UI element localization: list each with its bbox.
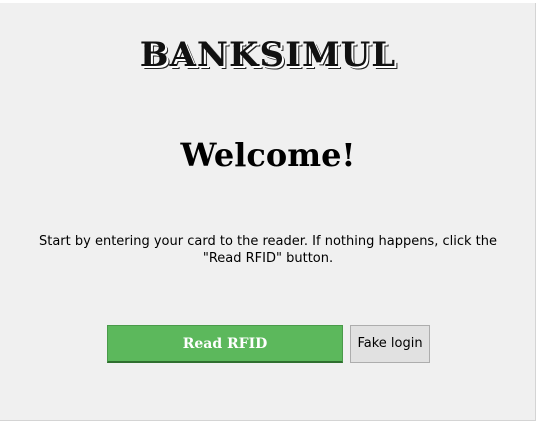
- instructions-text: Start by entering your card to the reade…: [38, 234, 497, 266]
- read-rfid-button[interactable]: Read RFID: [107, 325, 343, 363]
- app-window: BANKSIMUL Welcome! Start by entering you…: [0, 3, 536, 421]
- welcome-heading: Welcome!: [180, 136, 356, 174]
- fake-login-button[interactable]: Fake login: [350, 325, 430, 363]
- brand-logo-text: BANKSIMUL: [139, 35, 397, 75]
